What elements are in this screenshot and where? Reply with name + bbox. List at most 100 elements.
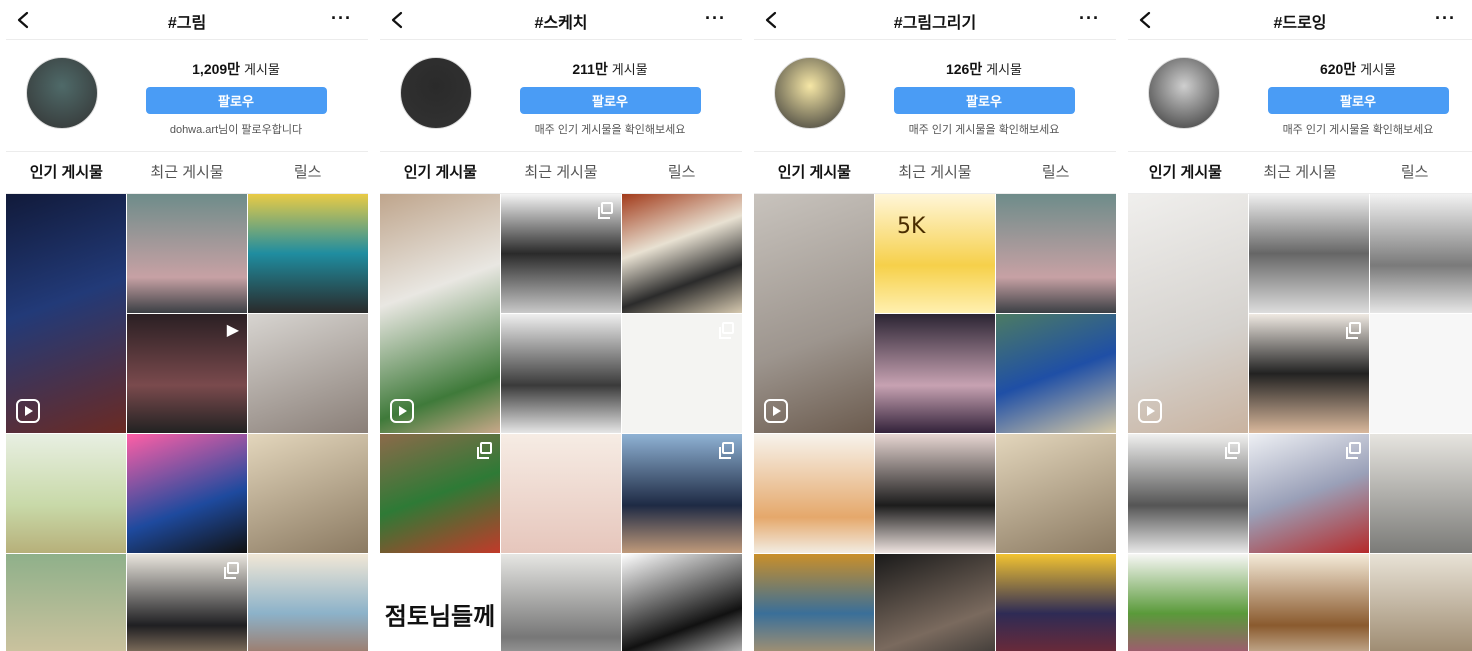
post-count-label: 게시물 [611, 62, 648, 77]
post-tabs: 인기 게시물 최근 게시물 릴스 [1128, 152, 1472, 194]
hashtag-panel: #드로잉 ··· 620만 게시물 팔로우 매주 인기 게시물을 확인해보세요 … [1128, 0, 1472, 651]
post-thumbnail[interactable] [501, 554, 621, 651]
post-thumbnail[interactable] [622, 194, 742, 313]
post-thumbnail[interactable] [1370, 314, 1472, 433]
post-thumbnail[interactable]: 점토님들께 [380, 554, 500, 651]
carousel-icon [477, 562, 492, 579]
post-thumbnail[interactable] [1128, 554, 1248, 651]
post-thumbnail[interactable] [6, 434, 126, 553]
video-play-icon: ▶ [226, 322, 239, 339]
hashtag-info: 1,209만 게시물 팔로우 dohwa.art님이 팔로우합니다 [144, 59, 328, 137]
post-thumbnail[interactable] [1249, 434, 1369, 553]
follow-note: 매주 인기 게시물을 확인해보세요 [908, 124, 1060, 136]
post-grid: 5K [754, 194, 1116, 651]
hashtag-header: 1,209만 게시물 팔로우 dohwa.art님이 팔로우합니다 [6, 40, 368, 152]
post-thumbnail[interactable] [127, 194, 247, 313]
tab-recent-posts[interactable]: 최근 게시물 [501, 152, 622, 193]
post-thumbnail[interactable] [248, 554, 368, 651]
follow-button[interactable]: 팔로우 [519, 87, 701, 114]
hashtag-avatar [1148, 57, 1220, 129]
post-thumbnail[interactable] [501, 434, 621, 553]
tab-top-posts[interactable]: 인기 게시물 [1128, 152, 1243, 193]
post-tabs: 인기 게시물 최근 게시물 릴스 [380, 152, 742, 194]
post-thumbnail[interactable] [622, 554, 742, 651]
post-thumbnail[interactable] [6, 554, 126, 651]
post-thumbnail[interactable] [501, 314, 621, 433]
post-thumbnail[interactable] [380, 434, 500, 553]
post-thumbnail[interactable] [754, 194, 874, 433]
post-thumbnail[interactable]: ▶ [127, 314, 247, 433]
post-thumbnail[interactable] [127, 554, 247, 651]
more-options-icon[interactable]: ··· [705, 8, 726, 29]
hashtag-title: #스케치 [534, 15, 588, 32]
post-thumbnail[interactable]: 5K [875, 194, 995, 313]
hashtag-avatar [26, 57, 98, 129]
post-count-value: 211만 [572, 61, 608, 77]
post-thumbnail[interactable] [380, 194, 500, 433]
tab-recent-posts[interactable]: 최근 게시물 [875, 152, 996, 193]
tab-reels[interactable]: 릴스 [621, 152, 742, 193]
post-thumbnail[interactable] [501, 194, 621, 313]
post-thumbnail[interactable] [1249, 194, 1369, 313]
post-thumbnail[interactable] [1128, 194, 1248, 433]
follow-button[interactable]: 팔로우 [145, 87, 327, 114]
post-thumbnail[interactable] [622, 314, 742, 433]
post-thumbnail[interactable] [996, 194, 1116, 313]
post-thumbnail[interactable] [1370, 554, 1472, 651]
hashtag-header: 620만 게시물 팔로우 매주 인기 게시물을 확인해보세요 [1128, 40, 1472, 152]
more-options-icon[interactable]: ··· [1435, 8, 1456, 29]
post-count: 211만 게시물 [518, 59, 702, 79]
post-count-value: 620만 [1319, 61, 1357, 77]
carousel-icon [719, 442, 734, 459]
post-count-value: 126만 [945, 61, 983, 77]
post-thumbnail[interactable] [1249, 314, 1369, 433]
post-thumbnail[interactable] [248, 194, 368, 313]
post-thumbnail[interactable] [996, 554, 1116, 651]
post-thumbnail[interactable] [6, 194, 126, 433]
post-count: 1,209만 게시물 [144, 59, 328, 79]
carousel-icon [477, 442, 492, 459]
follow-button[interactable]: 팔로우 [893, 87, 1075, 114]
hashtag-title: #드로잉 [1273, 15, 1327, 32]
post-grid [1128, 194, 1472, 651]
tab-recent-posts[interactable]: 최근 게시물 [127, 152, 248, 193]
post-grid: ▶ [6, 194, 368, 651]
hashtag-title: #그림그리기 [893, 15, 977, 32]
reels-icon [1138, 399, 1162, 423]
tab-reels[interactable]: 릴스 [995, 152, 1116, 193]
reels-icon [16, 399, 40, 423]
top-bar: #드로잉 ··· [1128, 0, 1472, 40]
tab-top-posts[interactable]: 인기 게시물 [380, 152, 501, 193]
post-thumbnail[interactable] [1370, 194, 1472, 313]
tab-top-posts[interactable]: 인기 게시물 [6, 152, 127, 193]
tab-top-posts[interactable]: 인기 게시물 [754, 152, 875, 193]
post-thumbnail[interactable] [1249, 554, 1369, 651]
tab-reels[interactable]: 릴스 [247, 152, 368, 193]
post-count-value: 1,209만 [192, 61, 241, 77]
follow-button[interactable]: 팔로우 [1267, 87, 1449, 114]
more-options-icon[interactable]: ··· [331, 8, 352, 29]
post-tabs: 인기 게시물 최근 게시물 릴스 [6, 152, 368, 194]
tab-reels[interactable]: 릴스 [1357, 152, 1472, 193]
post-thumbnail[interactable] [1370, 434, 1472, 553]
hashtag-title: #그림 [167, 15, 207, 32]
post-count-label: 게시물 [243, 62, 280, 77]
post-thumbnail[interactable] [996, 434, 1116, 553]
post-thumbnail[interactable] [875, 554, 995, 651]
post-thumbnail[interactable] [248, 434, 368, 553]
tab-recent-posts[interactable]: 최근 게시물 [1243, 152, 1358, 193]
post-thumbnail[interactable] [754, 434, 874, 553]
post-thumbnail[interactable] [248, 314, 368, 433]
post-thumbnail[interactable] [996, 314, 1116, 433]
more-options-icon[interactable]: ··· [1079, 8, 1100, 29]
post-count-label: 게시물 [1360, 62, 1397, 77]
post-thumbnail[interactable] [754, 554, 874, 651]
post-thumbnail[interactable] [1128, 434, 1248, 553]
post-thumbnail[interactable] [875, 434, 995, 553]
carousel-icon [598, 202, 613, 219]
post-thumbnail[interactable] [127, 434, 247, 553]
post-thumbnail[interactable] [622, 434, 742, 553]
hashtag-header: 211만 게시물 팔로우 매주 인기 게시물을 확인해보세요 [380, 40, 742, 152]
post-thumbnail[interactable] [875, 314, 995, 433]
carousel-icon [1346, 442, 1361, 459]
